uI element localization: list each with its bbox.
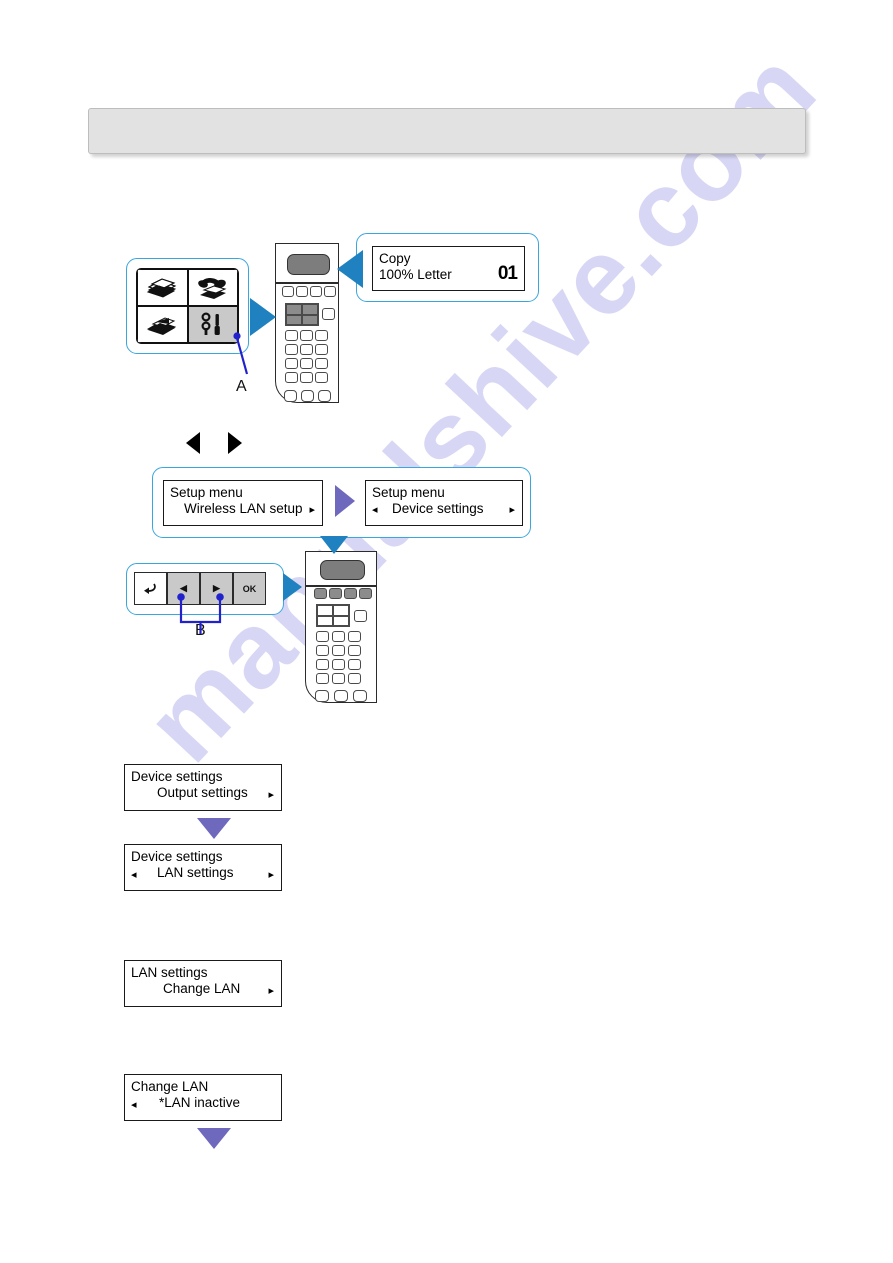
setup-menu-callout: Setup menu Wireless LAN setup ▸ Setup me…: [152, 467, 531, 538]
leader-bracket-b: [177, 593, 224, 634]
printer-keypad-row-8: [316, 673, 361, 684]
lcd-line2: Output settings: [157, 785, 248, 800]
copy-icon: [147, 277, 177, 298]
back-button[interactable]: [134, 572, 167, 605]
printer-keypad-row-4: [285, 372, 328, 383]
triangle-left-icon: [186, 432, 200, 454]
printer-keypad-row-6: [316, 645, 361, 656]
printer-control-panel-2: [305, 551, 377, 703]
printer-mode-quad-1: [285, 303, 319, 326]
lcd-callout-copy: Copy 100% Letter 01: [356, 233, 539, 302]
transition-arrow-down-1: [197, 818, 231, 839]
printer-bottom-row-2: [315, 690, 367, 702]
pointer-arrow-buttons-to-printer: [283, 573, 302, 601]
pointer-arrow-printer-to-lcd-1: [337, 250, 363, 288]
tile-fax[interactable]: [187, 269, 238, 306]
lcd-screen-wireless-lan-setup: Setup menu Wireless LAN setup ▸: [163, 480, 323, 526]
printer-side-button-1: [322, 308, 335, 320]
printer-lcd-1: [287, 254, 330, 275]
panel-divider-2: [306, 585, 376, 587]
lcd-line2: 100% Letter: [379, 267, 452, 282]
lcd-screen-lan-settings-item: Device settings ◂ LAN settings ▸: [124, 844, 282, 891]
lcd-line1: Copy: [379, 251, 411, 266]
fax-icon: [197, 277, 227, 299]
lcd-screen-copy: Copy 100% Letter 01: [372, 246, 525, 291]
section-header-bar: [88, 108, 806, 154]
lcd-line1: Device settings: [131, 769, 223, 784]
tile-copy[interactable]: [137, 269, 188, 306]
printer-lcd-2: [320, 560, 365, 580]
printer-side-button-2: [354, 610, 367, 622]
lcd-right-arrow-icon: ▸: [268, 789, 274, 801]
lcd-line1: Setup menu: [372, 485, 445, 500]
printer-keypad-row-7: [316, 659, 361, 670]
printer-bottom-row-1: [284, 390, 331, 402]
printer-keypad-row-5: [316, 631, 361, 642]
printer-control-panel-1: [275, 243, 339, 403]
lcd-right-arrow-icon: ▸: [268, 869, 274, 881]
lcd-line1: Setup menu: [170, 485, 243, 500]
pointer-arrow-menu-to-printer: [320, 536, 348, 554]
lcd-line2: LAN settings: [157, 865, 234, 880]
panel-divider-1: [276, 282, 338, 284]
lcd-line1: LAN settings: [131, 965, 208, 980]
lcd-line2: Change LAN: [163, 981, 241, 996]
printer-keypad-row-2: [285, 344, 328, 355]
transition-arrow-down-2: [197, 1128, 231, 1149]
scan-icon: [147, 316, 177, 335]
triangle-right-icon: [228, 432, 242, 454]
lcd-screen-lan-inactive: Change LAN ◂ *LAN inactive: [124, 1074, 282, 1121]
lcd-line2: Wireless LAN setup: [184, 501, 303, 516]
lcd-copy-count: 01: [497, 263, 518, 284]
lcd-screen-device-settings: Setup menu ◂ Device settings ▸: [365, 480, 523, 526]
lcd-line1: Device settings: [131, 849, 223, 864]
lcd-right-arrow-icon: ▸: [268, 985, 274, 997]
printer-keypad-row-1: [285, 330, 328, 341]
printer-function-button-row-1: [282, 286, 336, 297]
back-arrow-icon: [144, 583, 156, 594]
printer-function-button-row-2: [314, 588, 372, 599]
lcd-screen-change-lan-item: LAN settings Change LAN ▸: [124, 960, 282, 1007]
printer-mode-quad-2: [316, 604, 350, 627]
lcd-right-arrow-icon: ▸: [309, 504, 315, 516]
lcd-line2: *LAN inactive: [159, 1095, 241, 1110]
lcd-line2: Device settings: [392, 501, 484, 516]
printer-keypad-row-3: [285, 358, 328, 369]
tile-scan[interactable]: [137, 306, 188, 343]
callout-label-a: A: [236, 378, 247, 395]
lcd-right-arrow-icon: ▸: [509, 504, 515, 516]
lcd-screen-output-settings: Device settings Output settings ▸: [124, 764, 282, 811]
lcd-line1: Change LAN: [131, 1079, 209, 1094]
transition-arrow-right: [335, 485, 355, 517]
